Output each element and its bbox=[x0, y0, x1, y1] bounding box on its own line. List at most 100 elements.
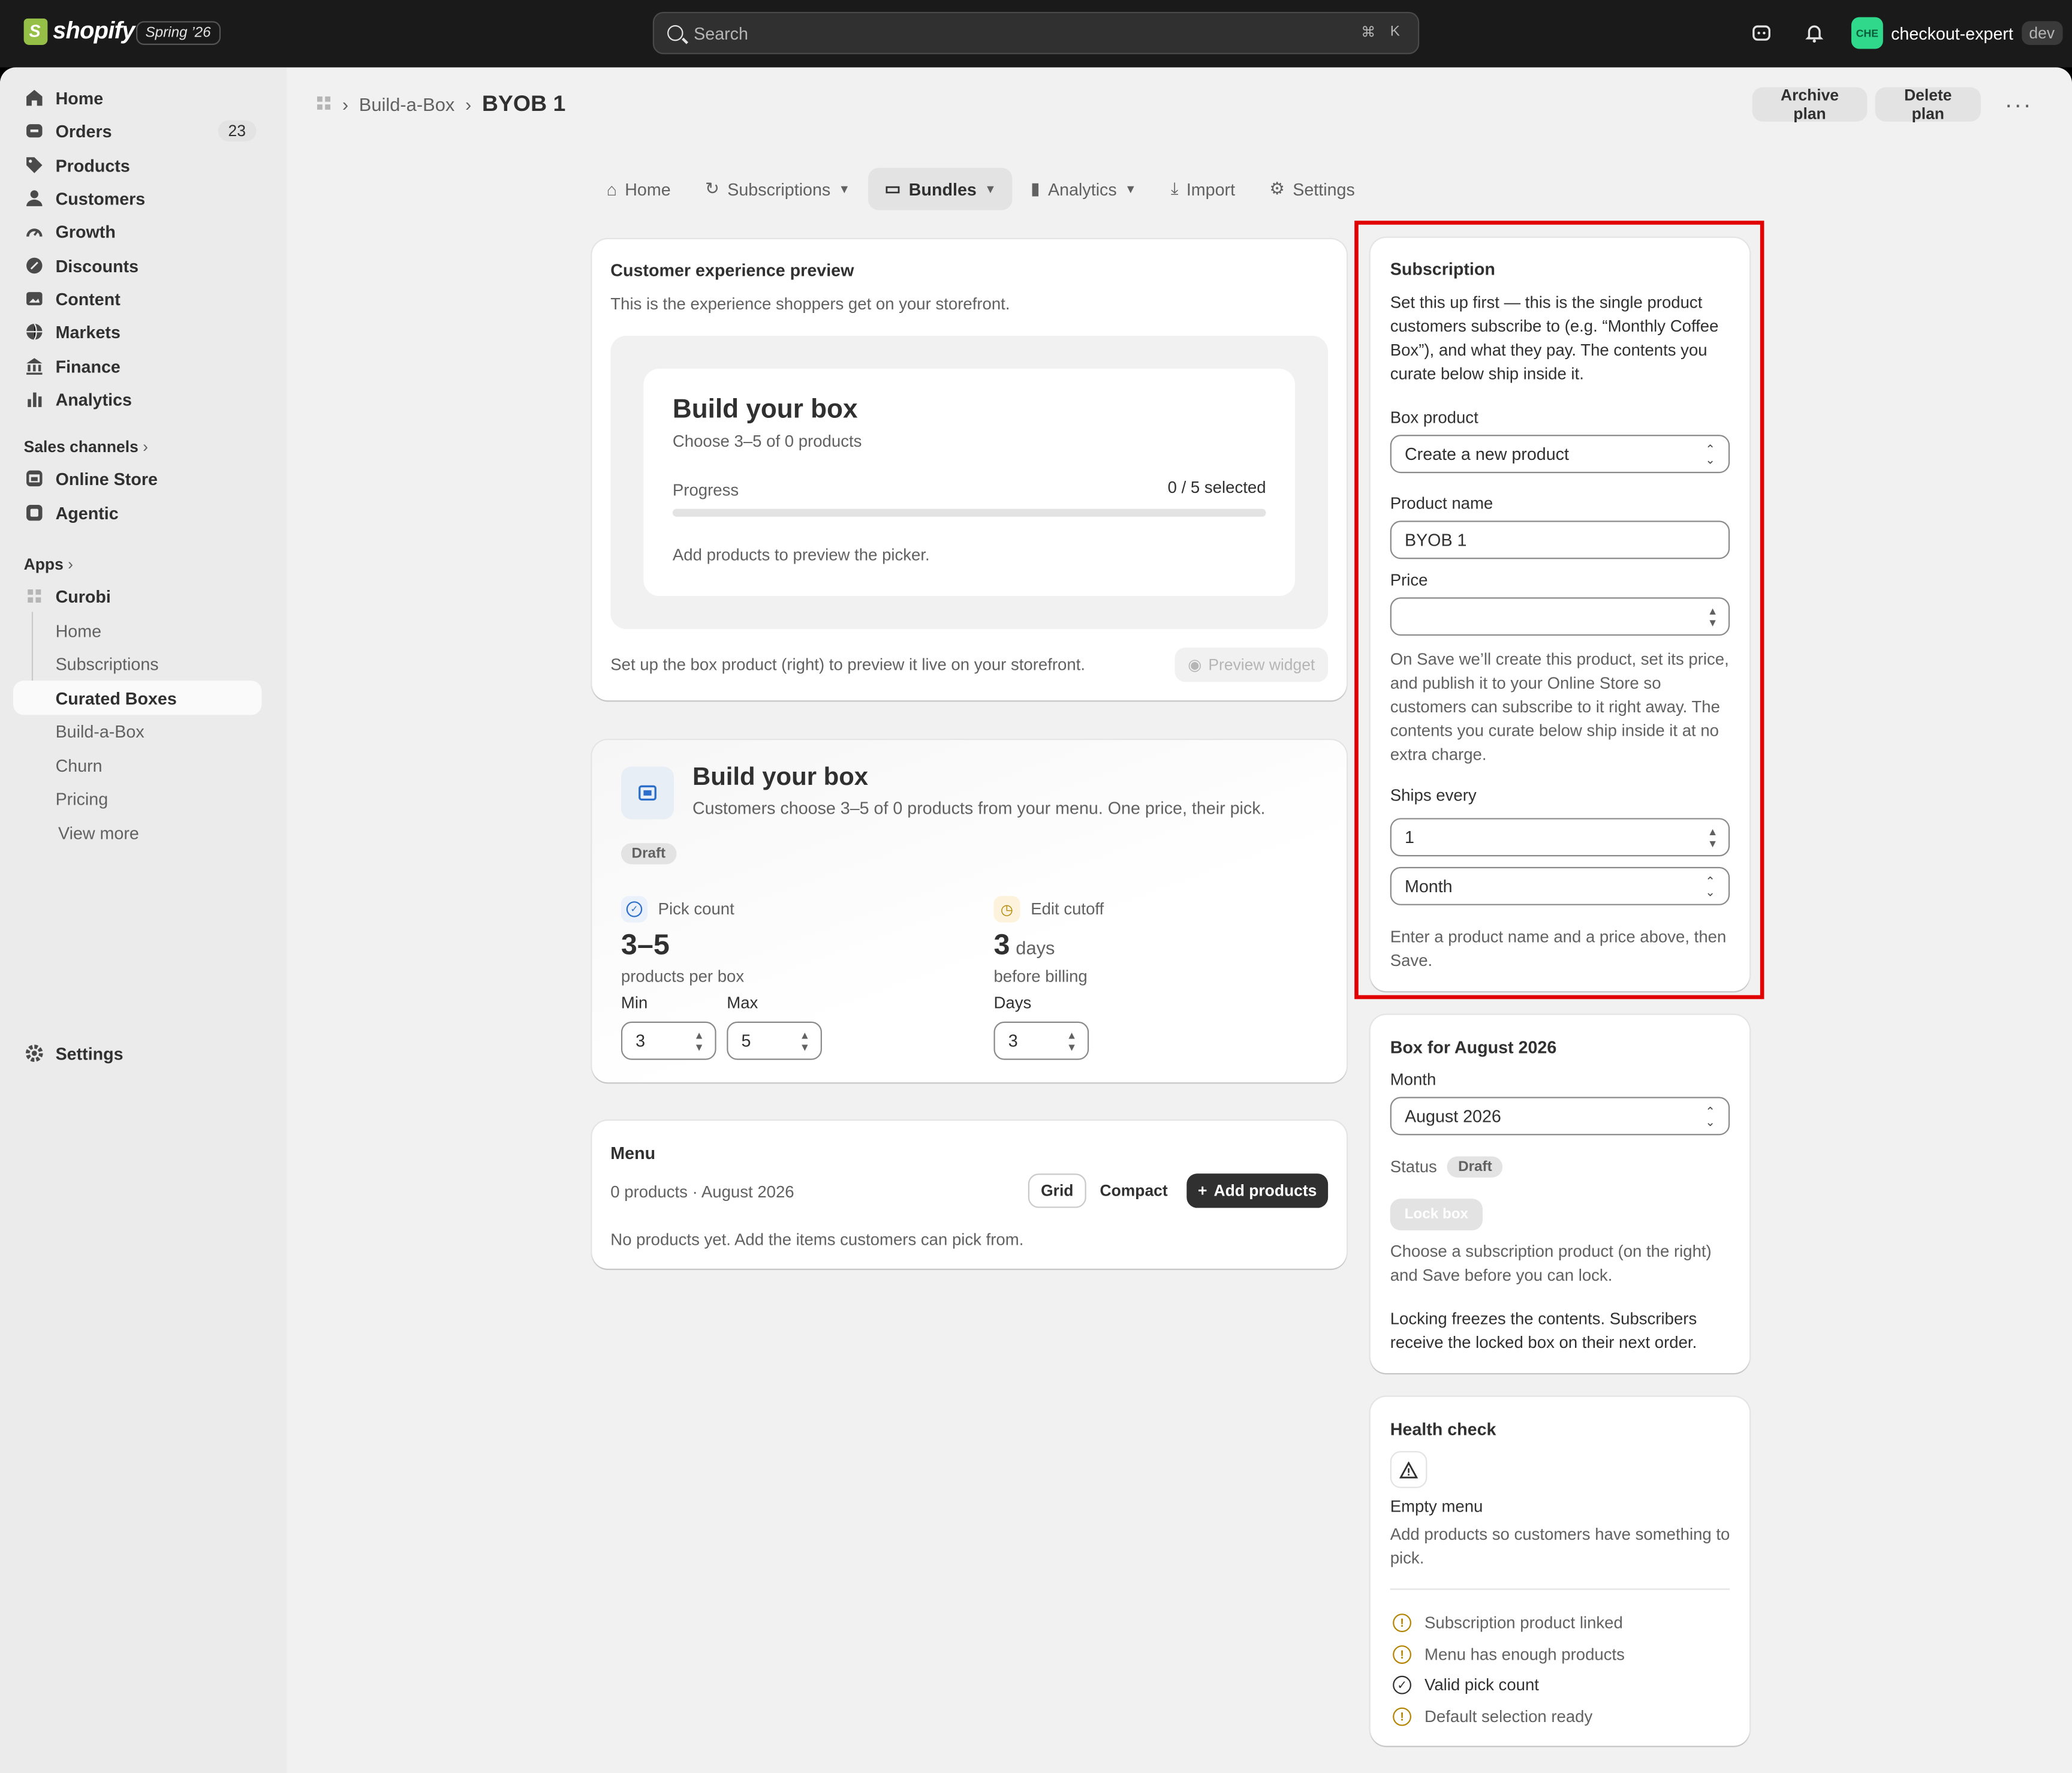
stepper-arrows-icon[interactable]: ▲ ▼ bbox=[1067, 1030, 1077, 1053]
sidebar-item-markets[interactable]: Markets bbox=[13, 315, 261, 349]
min-value: 3 bbox=[636, 1031, 646, 1051]
sidebar-item-finance[interactable]: Finance bbox=[13, 349, 261, 383]
orders-icon bbox=[24, 121, 45, 142]
month-select[interactable]: August 2026 ⌃ ⌄ bbox=[1390, 1097, 1730, 1136]
button-label: Preview widget bbox=[1208, 655, 1315, 675]
widget-subtitle: Choose 3–5 of 0 products bbox=[672, 432, 862, 451]
app-subitem-build-a-box[interactable]: Build-a-Box bbox=[13, 714, 261, 748]
stepper-arrows-icon[interactable]: ▲ ▼ bbox=[800, 1030, 810, 1053]
health-check-card: Health check Empty menu Add products so … bbox=[1370, 1396, 1750, 1746]
min-stepper[interactable]: 3 ▲ ▼ bbox=[621, 1021, 716, 1060]
app-subitem-home[interactable]: Home bbox=[13, 613, 261, 648]
max-stepper[interactable]: 5 ▲ ▼ bbox=[727, 1021, 822, 1060]
divider bbox=[1390, 1588, 1730, 1590]
tab-label: Settings bbox=[1293, 179, 1355, 199]
breadcrumb-parent[interactable]: Build-a-Box bbox=[359, 94, 455, 115]
sidebar-item-label: Content bbox=[55, 288, 121, 309]
sidebar: Home Orders 23 Products Customers Growth … bbox=[0, 67, 287, 1773]
bundle-icon: ▭ bbox=[884, 178, 901, 198]
sidebar-item-content[interactable]: Content bbox=[13, 281, 261, 315]
breadcrumb: › Build-a-Box › BYOB 1 bbox=[316, 91, 565, 118]
chevron-right-icon: › bbox=[342, 94, 349, 115]
app-subitem-view-more[interactable]: View more bbox=[13, 815, 261, 850]
tab-bundles[interactable]: ▭ Bundles ▼ bbox=[869, 167, 1013, 210]
more-actions-icon[interactable]: ··· bbox=[2005, 91, 2032, 119]
sidebar-item-orders[interactable]: Orders 23 bbox=[13, 114, 261, 148]
warning-circle-icon: ! bbox=[1393, 1645, 1411, 1664]
health-title: Health check bbox=[1390, 1419, 1496, 1440]
sidebar-item-products[interactable]: Products bbox=[13, 148, 261, 182]
warning-circle-icon: ! bbox=[1393, 1707, 1411, 1726]
search-bar[interactable]: Search ⌘ K bbox=[652, 11, 1420, 55]
app-subitem-pricing[interactable]: Pricing bbox=[13, 781, 261, 815]
plan-status-badge: Draft bbox=[621, 841, 676, 865]
store-menu[interactable]: CHE checkout-expert dev bbox=[1851, 17, 2063, 49]
sidebar-item-settings[interactable]: Settings bbox=[13, 1036, 261, 1070]
sidebar-item-customers[interactable]: Customers bbox=[13, 181, 261, 215]
tab-home[interactable]: ⌂ Home bbox=[591, 168, 686, 210]
app-subitem-churn[interactable]: Churn bbox=[13, 748, 261, 782]
pick-count-label: Pick count bbox=[658, 899, 734, 919]
eye-icon: ◉ bbox=[1188, 655, 1202, 675]
archive-plan-button[interactable]: Archive plan bbox=[1752, 86, 1868, 123]
days-stepper[interactable]: 3 ▲ ▼ bbox=[993, 1021, 1089, 1060]
status-badge: Draft bbox=[1447, 1156, 1503, 1178]
sidebar-item-label: Customers bbox=[55, 188, 146, 209]
tab-analytics[interactable]: ▮ Analytics ▼ bbox=[1015, 168, 1152, 210]
sidebar-item-analytics[interactable]: Analytics bbox=[13, 382, 261, 416]
chevron-down-icon: ▼ bbox=[984, 182, 996, 196]
max-value: 5 bbox=[741, 1031, 751, 1051]
preview-canvas: Build your box Choose 3–5 of 0 products … bbox=[610, 335, 1329, 630]
apps-heading[interactable]: Apps › bbox=[24, 555, 73, 574]
subitem-label: Subscriptions bbox=[55, 653, 159, 673]
plan-title: Build your box bbox=[692, 763, 869, 792]
box-plan-icon bbox=[621, 766, 674, 820]
add-products-button[interactable]: + Add products bbox=[1186, 1173, 1329, 1208]
menu-empty-text: No products yet. Add the items customers… bbox=[610, 1230, 1024, 1249]
sidebar-item-label: Home bbox=[55, 88, 104, 108]
widget-title: Build your box bbox=[672, 395, 858, 425]
chevron-right-icon: › bbox=[68, 555, 73, 574]
tab-label: Import bbox=[1186, 179, 1236, 199]
sidebar-item-curobi[interactable]: Curobi bbox=[13, 579, 261, 613]
lock-box-button[interactable]: Lock box bbox=[1390, 1199, 1483, 1231]
sidebar-item-label: Markets bbox=[55, 321, 121, 342]
calendar-clock-icon: ◷ bbox=[993, 896, 1020, 923]
stepper-arrows-icon[interactable]: ▲ ▼ bbox=[694, 1030, 704, 1053]
grid-view-button[interactable]: Grid bbox=[1028, 1173, 1086, 1208]
app-subitem-subscriptions[interactable]: Subscriptions bbox=[13, 646, 261, 681]
tab-subscriptions[interactable]: ↻ Subscriptions ▼ bbox=[689, 168, 866, 210]
sidebar-item-home[interactable]: Home bbox=[13, 80, 261, 115]
check-circle-icon: ✓ bbox=[1393, 1675, 1411, 1694]
subscriptions-icon: ↻ bbox=[704, 178, 720, 198]
health-item: ! Subscription product linked bbox=[1393, 1611, 1623, 1635]
compact-view-button[interactable]: Compact bbox=[1094, 1173, 1173, 1208]
health-item-label: Valid pick count bbox=[1425, 1675, 1539, 1694]
sidebar-item-agentic[interactable]: Agentic bbox=[13, 496, 261, 530]
menu-title: Menu bbox=[610, 1143, 656, 1163]
import-icon: ⤓ bbox=[1170, 178, 1179, 198]
sidebar-item-discounts[interactable]: Discounts bbox=[13, 248, 261, 282]
delete-plan-button[interactable]: Delete plan bbox=[1875, 86, 1981, 123]
app-grid-icon[interactable] bbox=[316, 94, 332, 115]
tab-label: Subscriptions bbox=[727, 179, 831, 199]
sidebar-item-growth[interactable]: Growth bbox=[13, 214, 261, 248]
sidekick-icon[interactable] bbox=[1751, 22, 1772, 43]
cutoff-unit: days bbox=[1016, 937, 1055, 958]
search-icon bbox=[667, 25, 683, 41]
bell-icon[interactable] bbox=[1804, 22, 1825, 43]
cutoff-value: 3 bbox=[993, 928, 1010, 961]
app-subitem-curated-boxes[interactable]: Curated Boxes bbox=[13, 681, 262, 715]
select-chevrons-icon: ⌃ ⌄ bbox=[1705, 1104, 1715, 1129]
shortcut-cmd: ⌘ bbox=[1361, 25, 1376, 41]
sales-channels-heading[interactable]: Sales channels › bbox=[24, 438, 148, 456]
tab-import[interactable]: ⤓ Import bbox=[1155, 168, 1251, 210]
preview-title: Customer experience preview bbox=[610, 260, 854, 281]
shopify-logo[interactable]: shopify bbox=[23, 17, 135, 45]
tab-settings[interactable]: ⚙ Settings bbox=[1254, 168, 1371, 210]
subitem-label: View more bbox=[58, 823, 139, 843]
sidebar-item-online-store[interactable]: Online Store bbox=[13, 461, 261, 495]
gear-icon bbox=[24, 1043, 45, 1064]
sidebar-item-label: Agentic bbox=[55, 502, 119, 523]
preview-widget-button[interactable]: ◉ Preview widget bbox=[1174, 648, 1329, 682]
